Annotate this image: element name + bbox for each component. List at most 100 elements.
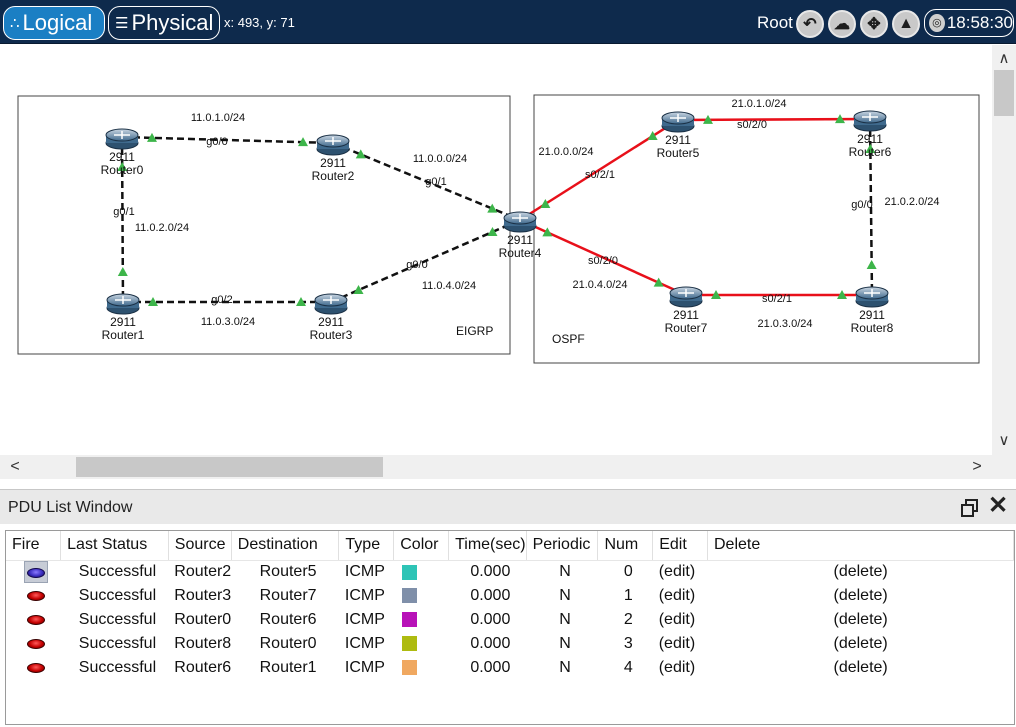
- device-router6[interactable]: 2911Router6: [849, 110, 892, 159]
- logical-topology-icon: ∴: [10, 15, 20, 32]
- pdu-color-cell: [394, 584, 449, 608]
- scroll-down-icon[interactable]: ∨: [995, 433, 1013, 449]
- port-label: g0/2: [211, 294, 232, 306]
- device-router1[interactable]: 2911Router1: [102, 293, 145, 342]
- device-router0[interactable]: 2911Router0: [101, 128, 144, 177]
- port-label: g0/0: [206, 136, 227, 148]
- cloud-add-icon[interactable]: ☁: [828, 10, 856, 38]
- device-router3[interactable]: 2911Router3: [310, 293, 353, 342]
- pdu-row[interactable]: Successful Router3 Router7 ICMP 0.000 N 1 (edit…: [6, 584, 1014, 608]
- column-header-color: Color: [393, 531, 450, 561]
- scroll-up-icon[interactable]: ∧: [995, 51, 1013, 67]
- clock-label: 18:58:30: [946, 13, 1013, 32]
- pdu-time: 0.000: [470, 563, 511, 581]
- pdu-delete-link[interactable]: (delete): [708, 560, 1014, 584]
- logical-tab-label: Logical: [22, 10, 93, 35]
- pdu-edit-link[interactable]: (edit): [653, 608, 708, 632]
- pdu-time: 0.000: [470, 659, 511, 676]
- vertical-scrollbar[interactable]: ∧ ∨: [992, 45, 1016, 455]
- pdu-type: ICMP: [344, 635, 385, 652]
- pdu-color-cell: [394, 560, 449, 584]
- fire-button[interactable]: [24, 561, 49, 584]
- pdu-fire-cell[interactable]: [6, 656, 61, 680]
- device-router8[interactable]: 2911Router8: [851, 286, 894, 335]
- pdu-destination: Router6: [259, 611, 317, 628]
- network-label: 11.0.3.0/24: [201, 316, 255, 328]
- pdu-delete-link[interactable]: (delete): [708, 632, 1014, 656]
- column-header-edit: Edit: [652, 531, 708, 561]
- device-model-label: 2911: [673, 308, 699, 322]
- pdu-edit-link[interactable]: (edit): [653, 656, 708, 680]
- pdu-fire-cell[interactable]: [6, 584, 61, 608]
- port-label: s0/2/0: [588, 255, 618, 267]
- globe-icon: ◎: [929, 14, 945, 32]
- pdu-last-status: Successful: [78, 635, 157, 652]
- pdu-edit-link[interactable]: (edit): [653, 632, 708, 656]
- pdu-color-swatch: [401, 588, 417, 604]
- pdu-delete-link[interactable]: (delete): [708, 656, 1014, 680]
- pdu-edit-link[interactable]: (edit): [653, 560, 708, 584]
- fire-button[interactable]: [24, 657, 48, 679]
- device-router7[interactable]: 2911Router7: [665, 286, 708, 335]
- fire-button[interactable]: [24, 609, 48, 631]
- network-label: 21.0.0.0/24: [538, 146, 593, 158]
- pdu-last-status: Successful: [78, 563, 157, 581]
- close-window-icon[interactable]: ✕: [988, 494, 1008, 518]
- scroll-right-icon[interactable]: >: [968, 458, 986, 476]
- pdu-periodic: N: [559, 635, 571, 652]
- horizontal-scrollbar[interactable]: < >: [0, 455, 1016, 479]
- column-header-delete: Delete: [707, 531, 1014, 561]
- pdu-row[interactable]: Successful Router6 Router1 ICMP 0.000 N 4 (edit…: [6, 656, 1014, 680]
- pdu-time: 0.000: [470, 587, 511, 604]
- pdu-delete-link[interactable]: (delete): [708, 608, 1014, 632]
- restore-window-icon[interactable]: [960, 498, 980, 518]
- pdu-row[interactable]: Successful Router0 Router6 ICMP 0.000 N 2 (edit…: [6, 608, 1014, 632]
- pdu-fire-cell[interactable]: [6, 560, 61, 584]
- device-model-label: 2911: [318, 315, 344, 329]
- fire-button[interactable]: [24, 585, 48, 607]
- pdu-row[interactable]: Successful Router8 Router0 ICMP 0.000 N 3 (edit…: [6, 632, 1014, 656]
- vertical-scroll-thumb[interactable]: [994, 70, 1014, 116]
- pdu-periodic: N: [559, 611, 571, 628]
- horizontal-scroll-thumb[interactable]: [76, 457, 383, 477]
- pdu-table-header: Fire Last Status Source Destination Type…: [6, 531, 1014, 561]
- device-router2[interactable]: 2911Router2: [312, 134, 355, 183]
- back-icon[interactable]: ↶: [796, 10, 824, 38]
- device-name-label: Router7: [665, 321, 708, 335]
- fire-light-icon: [27, 590, 46, 601]
- pdu-color-swatch: [401, 564, 417, 580]
- network-label: 21.0.2.0/24: [884, 196, 939, 208]
- fire-light-icon: [27, 638, 46, 649]
- port-label: g0/0: [851, 199, 872, 211]
- topology-canvas[interactable]: EIGRPOSPF 11.0.1.0/24g0/011.0.2.0/24g0/1…: [0, 45, 992, 455]
- pdu-color-cell: [394, 608, 449, 632]
- pdu-fire-cell[interactable]: [6, 632, 61, 656]
- area-box-eigrp[interactable]: [17, 95, 511, 355]
- pdu-edit-link[interactable]: (edit): [653, 584, 708, 608]
- device-name-label: Router2: [312, 169, 355, 183]
- root-breadcrumb[interactable]: Root: [757, 13, 793, 33]
- pdu-fire-cell[interactable]: [6, 608, 61, 632]
- physical-view-tab[interactable]: ☰ Physical: [108, 6, 220, 40]
- scroll-left-icon[interactable]: <: [6, 458, 24, 476]
- logical-view-tab[interactable]: ∴ Logical: [3, 6, 105, 40]
- column-header-destination: Destination: [231, 531, 340, 561]
- pdu-destination: Router1: [259, 659, 317, 676]
- device-router5[interactable]: 2911Router5: [657, 111, 700, 160]
- pdu-num: 1: [623, 587, 633, 604]
- network-label: 11.0.1.0/24: [191, 112, 245, 124]
- simulation-clock[interactable]: ◎ 18:58:30: [924, 9, 1014, 37]
- fire-button[interactable]: [24, 633, 48, 655]
- move-icon[interactable]: ✥: [860, 10, 888, 38]
- fire-light-icon: [27, 568, 46, 579]
- pdu-delete-link[interactable]: (delete): [708, 584, 1014, 608]
- area-label-eigrp: EIGRP: [456, 324, 493, 338]
- pdu-num: 4: [623, 659, 633, 676]
- logical-workspace[interactable]: EIGRP OSPF 11.0.1.0/24 g0/0 11.0.2.0/24 g0/1…: [0, 45, 992, 455]
- network-label: 21.0.4.0/24: [572, 279, 627, 291]
- landscape-icon[interactable]: ▲: [892, 10, 920, 38]
- port-label: g0/1: [113, 206, 134, 218]
- pdu-row[interactable]: Successful Router2 Router5 ICMP 0.000 N 0 (edit…: [6, 560, 1014, 584]
- device-router4[interactable]: 2911Router4: [499, 211, 542, 260]
- device-model-label: 2911: [665, 133, 691, 147]
